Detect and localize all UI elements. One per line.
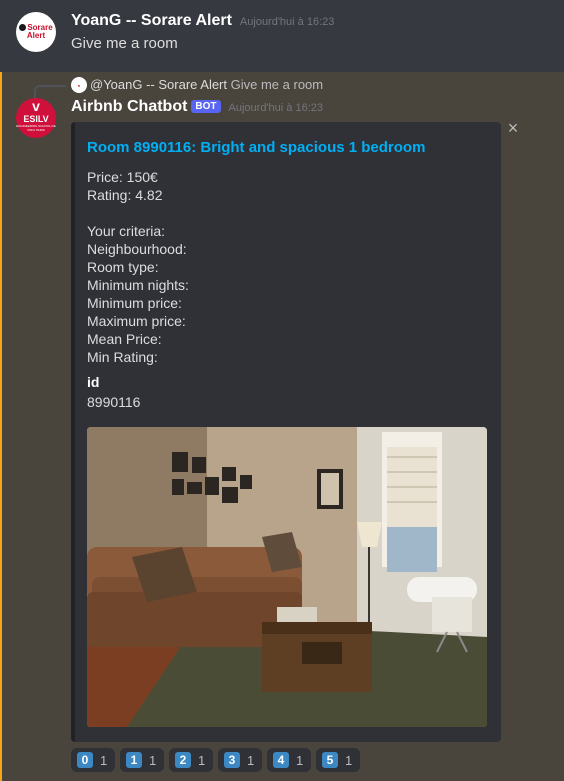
avatar-sublabel: ENGINEERING SCHOOL DE VINCI PARIS [16,124,56,132]
avatar-label: ESILV [23,114,49,124]
keycap-1-icon: 1 [126,752,142,768]
reply-preview[interactable]: @YoanG -- Sorare Alert Give me a room [90,77,323,92]
reaction-keycap-3[interactable]: 3 1 [218,748,262,772]
reaction-count: 1 [247,752,255,768]
bot-tag: BOT [191,100,221,113]
close-icon[interactable]: × [505,119,521,137]
embed-title[interactable]: Room 8990116: Bright and spacious 1 bedr… [87,139,425,156]
reaction-keycap-4[interactable]: 4 1 [267,748,311,772]
reply-content: Give me a room [230,77,324,92]
room-photo-illustration [87,427,487,727]
reaction-count: 1 [345,752,353,768]
author-name[interactable]: YoanG -- Sorare Alert [71,12,232,29]
embed: Room 8990116: Bright and spacious 1 bedr… [71,122,501,742]
message-timestamp: Aujourd'hui à 16:23 [228,102,323,114]
message-yoang: Sorare Alert YoanG -- Sorare Alert Aujour… [0,0,564,72]
desc-line: Your criteria: [87,223,166,239]
reply-connector [34,85,66,99]
message-author[interactable]: Airbnb Chatbot BOT Aujourd'hui à 16:23 [71,98,323,116]
desc-line: Price: 150€ [87,169,158,185]
user-avatar[interactable]: Sorare Alert [16,12,56,52]
desc-line: Mean Price: [87,331,162,347]
keycap-0-icon: 0 [77,752,93,768]
embed-field-value: 8990116 [87,394,141,410]
author-name[interactable]: Airbnb Chatbot [71,98,187,115]
reaction-keycap-0[interactable]: 0 1 [71,748,115,772]
desc-line: Minimum price: [87,295,182,311]
keycap-3-icon: 3 [224,752,240,768]
reaction-keycap-5[interactable]: 5 1 [316,748,360,772]
reaction-count: 1 [149,752,157,768]
room-photo[interactable] [87,427,487,727]
keycap-4-icon: 4 [273,752,289,768]
desc-line: Neighbourhood: [87,241,187,257]
reaction-count: 1 [296,752,304,768]
reaction-keycap-1[interactable]: 1 1 [120,748,164,772]
desc-line: Min Rating: [87,349,158,365]
reply-author[interactable]: @YoanG -- Sorare Alert [90,77,227,92]
message-timestamp: Aujourd'hui à 16:23 [239,16,335,28]
desc-line: Maximum price: [87,313,186,329]
keycap-5-icon: 5 [322,752,338,768]
message-content: Give me a room [71,35,178,52]
reaction-keycap-2[interactable]: 2 1 [169,748,213,772]
desc-line: Minimum nights: [87,277,189,293]
bot-avatar[interactable]: ᐯ ESILV ENGINEERING SCHOOL DE VINCI PARI… [16,98,56,138]
keycap-2-icon: 2 [175,752,191,768]
mention-highlight-bar [0,72,2,781]
reaction-count: 1 [198,752,206,768]
embed-field-name: id [87,374,100,390]
reply-avatar: ● [71,77,87,93]
reaction-count: 1 [100,752,108,768]
desc-line [87,204,189,222]
message-author[interactable]: YoanG -- Sorare Alert Aujourd'hui à 16:23 [71,12,334,30]
avatar-label: Sorare Alert [26,23,53,40]
embed-description: Price: 150€ Rating: 4.82 Your criteria: … [87,168,189,366]
desc-line: Rating: 4.82 [87,187,163,203]
desc-line: Room type: [87,259,159,275]
message-airbnb-chatbot: ● @YoanG -- Sorare Alert Give me a room … [0,72,564,781]
